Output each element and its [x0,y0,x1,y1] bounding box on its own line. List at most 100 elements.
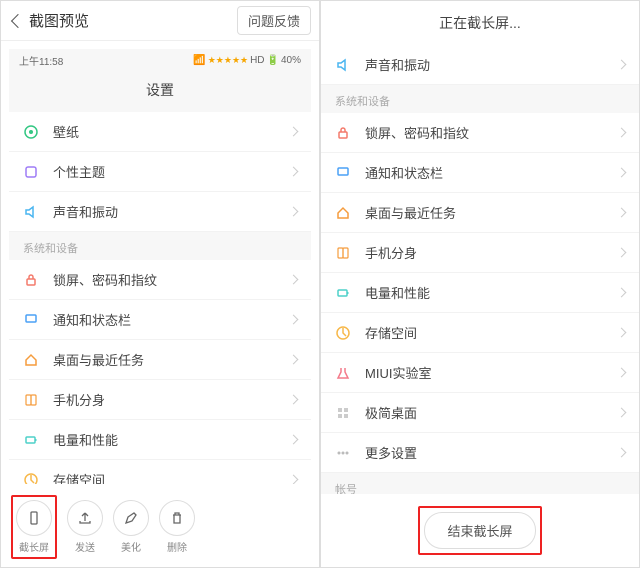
setting-row-lock[interactable]: 锁屏、密码和指纹 [9,260,311,300]
setting-label: 存储空间 [53,470,290,484]
right-system-group: 锁屏、密码和指纹 通知和状态栏 桌面与最近任务 手机分身 电量和性能 存储空间 … [321,113,639,473]
setting-row-wallpaper[interactable]: 壁纸 [9,112,311,152]
chevron-right-icon [289,355,299,365]
back-icon[interactable] [11,13,25,27]
chevron-right-icon [617,248,627,258]
setting-row-battery[interactable]: 电量和性能 [321,273,639,313]
setting-row-notify[interactable]: 通知和状态栏 [9,300,311,340]
setting-row-battery[interactable]: 电量和性能 [9,420,311,460]
tool-delete-button[interactable]: 删除 [159,500,195,554]
chevron-right-icon [617,168,627,178]
battery-icon [23,432,39,448]
lock-icon [23,272,39,288]
tool-share-button[interactable]: 发送 [67,500,103,554]
chevron-right-icon [617,368,627,378]
preview-body: 上午11:58 📶 ★★★★★ HD 🔋 40% 设置 壁纸 个性主题 声音和振… [1,41,319,487]
setting-label: 手机分身 [365,243,618,262]
simple-icon [335,405,351,421]
setting-label: 极简桌面 [365,403,618,422]
primary-group: 壁纸 个性主题 声音和振动 [9,112,311,232]
storage-icon [335,325,351,341]
setting-label: 壁纸 [53,122,290,141]
setting-row-storage[interactable]: 存储空间 [321,313,639,353]
long-screenshot-pane: 正在截长屏... 声音和振动 系统和设备 锁屏、密码和指纹 通知和状态栏 桌面与… [320,0,640,568]
chevron-right-icon [617,128,627,138]
status-time: 上午11:58 [19,53,63,68]
bottom-toolbar: 截长屏 发送 美化 删除 [1,487,319,567]
notify-icon [335,165,351,181]
setting-label: 通知和状态栏 [53,310,290,329]
setting-row-dual[interactable]: 手机分身 [321,233,639,273]
setting-row-sound[interactable]: 声音和振动 [321,45,639,85]
highlight-box: 截长屏 [11,495,57,559]
setting-label: MIUI实验室 [365,363,618,382]
setting-label: 桌面与最近任务 [53,350,290,369]
chevron-right-icon [617,208,627,218]
chevron-right-icon [289,435,299,445]
chevron-right-icon [289,475,299,484]
setting-row-home[interactable]: 桌面与最近任务 [9,340,311,380]
signal-icon: 📶 [193,55,205,66]
home-icon [23,352,39,368]
dual-icon [335,245,351,261]
right-section-system: 系统和设备 [321,85,639,113]
more-icon [335,445,351,461]
setting-row-notify[interactable]: 通知和状态栏 [321,153,639,193]
phone-frame: 上午11:58 📶 ★★★★★ HD 🔋 40% 设置 壁纸 个性主题 声音和振… [9,49,311,484]
setting-label: 声音和振动 [365,55,618,74]
sound-icon [335,57,351,73]
dual-icon [23,392,39,408]
share-icon [67,500,103,536]
preview-header: 截图预览 问题反馈 [1,1,319,41]
theme-icon [23,164,39,180]
battery-icon [335,285,351,301]
system-group: 锁屏、密码和指纹 通知和状态栏 桌面与最近任务 手机分身 电量和性能 存储空间 … [9,260,311,484]
sound-icon [23,204,39,220]
setting-row-lab[interactable]: MIUI实验室 [321,353,639,393]
setting-row-dual[interactable]: 手机分身 [9,380,311,420]
preview-title: 截图预览 [29,10,237,31]
home-icon [335,205,351,221]
settings-title: 设置 [9,72,311,112]
setting-row-sound[interactable]: 声音和振动 [9,192,311,232]
finish-bar: 结束截长屏 [321,494,639,567]
right-top-group: 声音和振动 [321,45,639,85]
feedback-button[interactable]: 问题反馈 [237,6,311,35]
setting-row-lock[interactable]: 锁屏、密码和指纹 [321,113,639,153]
tool-edit-button[interactable]: 美化 [113,500,149,554]
screenshot-preview-pane: 截图预览 问题反馈 上午11:58 📶 ★★★★★ HD 🔋 40% 设置 壁纸… [0,0,320,568]
battery-pct: 40% [281,55,301,66]
tool-label: 美化 [121,539,141,554]
edit-icon [113,500,149,536]
chevron-right-icon [289,315,299,325]
setting-label: 个性主题 [53,162,290,181]
tool-label: 截长屏 [19,539,49,554]
chevron-right-icon [617,448,627,458]
chevron-right-icon [289,275,299,285]
notify-icon [23,312,39,328]
chevron-right-icon [617,288,627,298]
setting-row-storage[interactable]: 存储空间 [9,460,311,484]
chevron-right-icon [617,328,627,338]
setting-row-theme[interactable]: 个性主题 [9,152,311,192]
setting-label: 更多设置 [365,443,618,462]
setting-row-simple[interactable]: 极简桌面 [321,393,639,433]
chevron-right-icon [289,127,299,137]
section-label-system: 系统和设备 [9,232,311,260]
tool-long-button[interactable]: 截长屏 [16,500,52,554]
setting-label: 桌面与最近任务 [365,203,618,222]
chevron-right-icon [617,60,627,70]
setting-label: 电量和性能 [53,430,290,449]
finish-long-screenshot-button[interactable]: 结束截长屏 [424,512,535,549]
right-section-account: 帐号 [321,473,639,494]
status-right: 📶 ★★★★★ HD 🔋 40% [193,55,301,66]
setting-row-more[interactable]: 更多设置 [321,433,639,473]
setting-row-home[interactable]: 桌面与最近任务 [321,193,639,233]
chevron-right-icon [617,408,627,418]
setting-label: 声音和振动 [53,202,290,221]
chevron-right-icon [289,167,299,177]
setting-label: 手机分身 [53,390,290,409]
tool-label: 删除 [167,539,187,554]
setting-label: 电量和性能 [365,283,618,302]
hd-badge: HD [250,55,264,66]
